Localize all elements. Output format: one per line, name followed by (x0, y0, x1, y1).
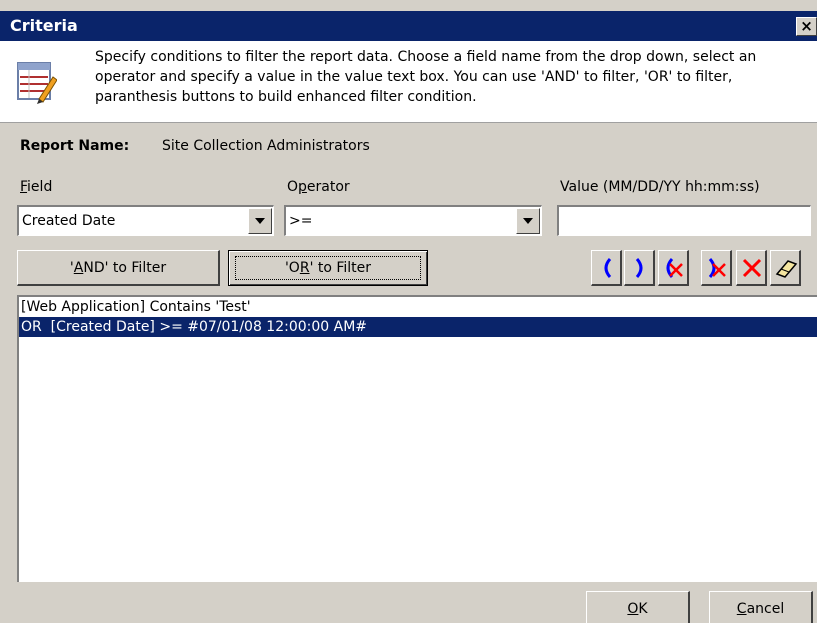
close-button[interactable]: × (796, 17, 817, 36)
clear-button[interactable] (770, 250, 801, 286)
remove-close-paren-icon (708, 258, 726, 278)
chevron-down-icon[interactable] (516, 208, 540, 234)
info-header: Specify conditions to filter the report … (0, 41, 817, 123)
list-item[interactable]: OR [Created Date] >= #07/01/08 12:00:00 … (19, 317, 817, 337)
operator-dropdown[interactable]: >= (284, 205, 542, 236)
or-to-filter-button[interactable]: 'OR' to Filter (228, 250, 428, 286)
field-dropdown[interactable]: Created Date (17, 205, 274, 236)
chevron-down-icon[interactable] (248, 208, 272, 234)
operator-dropdown-value: >= (289, 213, 313, 229)
delete-icon (742, 258, 762, 278)
focus-rect: 'OR' to Filter (235, 256, 421, 280)
close-paren-button[interactable] (624, 250, 655, 286)
field-label: Field (20, 179, 53, 195)
open-paren-icon (604, 258, 612, 278)
report-name-value: Site Collection Administrators (162, 138, 370, 154)
remove-open-paren-icon (666, 258, 683, 278)
info-description: Specify conditions to filter the report … (95, 49, 757, 105)
field-dropdown-value: Created Date (22, 213, 116, 229)
and-to-filter-button[interactable]: 'AND' to Filter (17, 250, 220, 286)
close-paren-icon (635, 258, 643, 278)
value-input[interactable] (557, 205, 811, 236)
report-name-label: Report Name: (20, 138, 130, 154)
cancel-button[interactable]: Cancel (709, 591, 813, 623)
criteria-dialog: Criteria × Specify conditions to filter … (0, 0, 817, 623)
remove-open-paren-button[interactable] (658, 250, 689, 286)
dialog-title: Criteria (10, 16, 78, 35)
criteria-list[interactable]: [Web Application] Contains 'Test' OR [Cr… (17, 295, 817, 582)
eraser-icon (775, 260, 798, 278)
list-item[interactable]: [Web Application] Contains 'Test' (19, 297, 817, 317)
value-label: Value (MM/DD/YY hh:mm:ss) (560, 179, 760, 195)
table-edit-icon (17, 62, 57, 104)
close-icon: × (800, 17, 813, 35)
remove-close-paren-button[interactable] (701, 250, 732, 286)
title-bar: Criteria × (0, 11, 817, 41)
open-paren-button[interactable] (591, 250, 622, 286)
ok-button[interactable]: OK (586, 591, 690, 623)
operator-label: Operator (287, 179, 350, 195)
delete-button[interactable] (736, 250, 767, 286)
